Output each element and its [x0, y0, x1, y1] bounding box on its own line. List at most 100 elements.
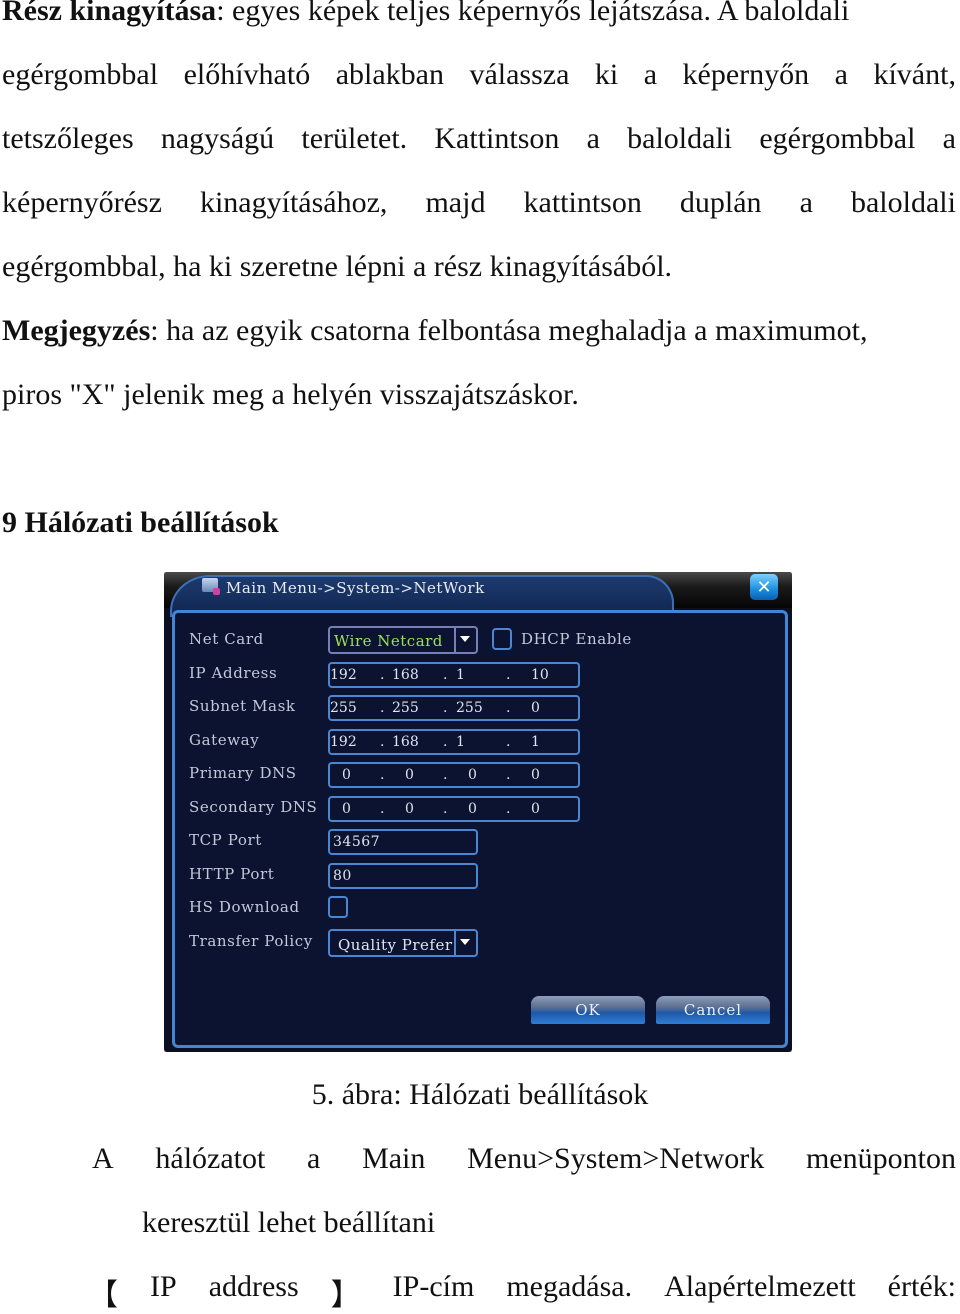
ip-octet[interactable]: 1 [456, 734, 465, 750]
net-card-select[interactable]: Wire Netcard [328, 626, 478, 654]
body-line: 【 IP address 】 IP-cím megadása. Alapértelmezet… [88, 1270, 956, 1314]
subnet-mask-input[interactable]: 255. 255. 255. 0 [328, 695, 580, 721]
word: egérgombbal [2, 58, 159, 91]
ip-octet[interactable]: 0 [531, 700, 540, 716]
ip-address-input[interactable]: 192. 168. 1. 10 [328, 662, 580, 688]
chevron-down-icon[interactable] [454, 628, 476, 652]
word: nagyságú [160, 122, 275, 155]
word: majd [425, 186, 486, 219]
octet-separator: . [506, 667, 511, 683]
word: baloldali [627, 122, 733, 155]
primary-dns-input[interactable]: 0. 0. 0. 0 [328, 762, 580, 788]
dhcp-label: DHCP Enable [521, 630, 632, 648]
dialog-title: Main Menu->System->NetWork [226, 579, 485, 597]
ip-octet[interactable]: 0 [531, 801, 540, 817]
ip-octet[interactable]: 192 [330, 667, 357, 683]
primary-dns-label: Primary DNS [189, 764, 297, 782]
word: menüponton [805, 1142, 956, 1175]
body-line: keresztül lehet beállítani [142, 1206, 436, 1239]
word: válassza [469, 58, 570, 91]
tcp-port-label: TCP Port [189, 831, 262, 849]
figure-caption: 5. ábra: Hálózati beállítások [311, 1078, 649, 1111]
octet-separator: . [443, 801, 448, 817]
word: A [92, 1142, 114, 1175]
http-port-input[interactable]: 80 [328, 863, 478, 889]
word: a [307, 1142, 321, 1175]
cancel-button[interactable]: Cancel [656, 996, 770, 1024]
menu-icon [202, 578, 220, 595]
word: egérgombbal [759, 122, 916, 155]
word: a [643, 58, 658, 91]
ip-octet[interactable]: 255 [392, 700, 419, 716]
close-button[interactable]: ✕ [750, 574, 778, 600]
ip-address-label: IP Address [189, 664, 278, 682]
word: a [799, 186, 813, 219]
ip-octet[interactable]: 168 [392, 667, 419, 683]
ip-octet[interactable]: 255 [330, 700, 357, 716]
ip-octet[interactable]: 0 [468, 801, 477, 817]
chevron-down-icon[interactable] [454, 931, 476, 955]
word: a [942, 122, 956, 155]
octet-separator: . [506, 767, 511, 783]
word: képernyőn [682, 58, 810, 91]
hs-download-checkbox[interactable] [328, 896, 348, 918]
ip-octet[interactable]: 1 [456, 667, 465, 683]
ip-octet[interactable]: 168 [392, 734, 419, 750]
ip-octet[interactable]: 0 [342, 801, 351, 817]
section-heading: 9 Hálózati beállítások [2, 506, 279, 539]
ok-button[interactable]: OK [531, 996, 645, 1024]
octet-separator: . [443, 667, 448, 683]
word: a [586, 122, 600, 155]
gateway-input[interactable]: 192. 168. 1. 1 [328, 729, 580, 755]
word: Main [362, 1142, 426, 1175]
ip-octet[interactable]: 255 [456, 700, 483, 716]
ip-octet[interactable]: 10 [531, 667, 549, 683]
octet-separator: . [380, 667, 385, 683]
word: kinagyításához, [199, 186, 388, 219]
octet-separator: . [443, 734, 448, 750]
tcp-port-input[interactable]: 34567 [328, 829, 478, 855]
ip-octet[interactable]: 0 [468, 767, 477, 783]
word: address [208, 1270, 299, 1303]
word: baloldali [850, 186, 956, 219]
octet-separator: . [506, 734, 511, 750]
close-icon: ✕ [756, 576, 772, 598]
settings-panel: Net Card Wire Netcard DHCP Enable IP Add… [172, 610, 788, 1048]
octet-separator: . [380, 734, 385, 750]
word: duplán [679, 186, 762, 219]
word: a [834, 58, 848, 91]
word: előhívható [183, 58, 311, 91]
octet-separator: . [443, 700, 448, 716]
paragraph-line: képernyőrész kinagyításához, majd kattintso… [2, 186, 956, 220]
word: 【 [88, 1279, 118, 1312]
ip-octet[interactable]: 192 [330, 734, 357, 750]
word: Menu>System>Network [467, 1142, 765, 1175]
ip-octet[interactable]: 1 [531, 734, 540, 750]
transfer-policy-select[interactable]: Quality Prefer [328, 929, 478, 957]
note-line: piros "X" jelenik meg a helyén visszaját… [2, 378, 579, 411]
secondary-dns-input[interactable]: 0. 0. 0. 0 [328, 796, 580, 822]
dialog-frame: Main Menu->System->NetWork ✕ Net Card Wi… [164, 572, 792, 1052]
net-card-label: Net Card [189, 630, 264, 648]
tcp-port-value: 34567 [333, 834, 381, 850]
word: 】 [330, 1279, 361, 1312]
net-card-value: Wire Netcard [334, 632, 443, 650]
subnet-mask-label: Subnet Mask [189, 697, 296, 715]
word: ablakban [335, 58, 444, 91]
octet-separator: . [506, 801, 511, 817]
word: érték: [887, 1270, 956, 1303]
text: : egyes képek teljes képernyős lejátszás… [216, 0, 850, 27]
ip-octet[interactable]: 0 [531, 767, 540, 783]
dhcp-checkbox[interactable] [492, 628, 512, 650]
word: IP [150, 1270, 177, 1303]
word: kívánt, [873, 58, 956, 91]
http-port-label: HTTP Port [189, 865, 275, 883]
word: ki [594, 58, 619, 91]
ip-octet[interactable]: 0 [405, 801, 414, 817]
ip-octet[interactable]: 0 [405, 767, 414, 783]
octet-separator: . [506, 700, 511, 716]
octet-separator: . [380, 801, 385, 817]
text: : ha az egyik csatorna felbontása meghal… [150, 314, 868, 347]
ip-octet[interactable]: 0 [342, 767, 351, 783]
paragraph-line: egérgombbal, ha ki szeretne lépni a rész… [2, 250, 673, 283]
